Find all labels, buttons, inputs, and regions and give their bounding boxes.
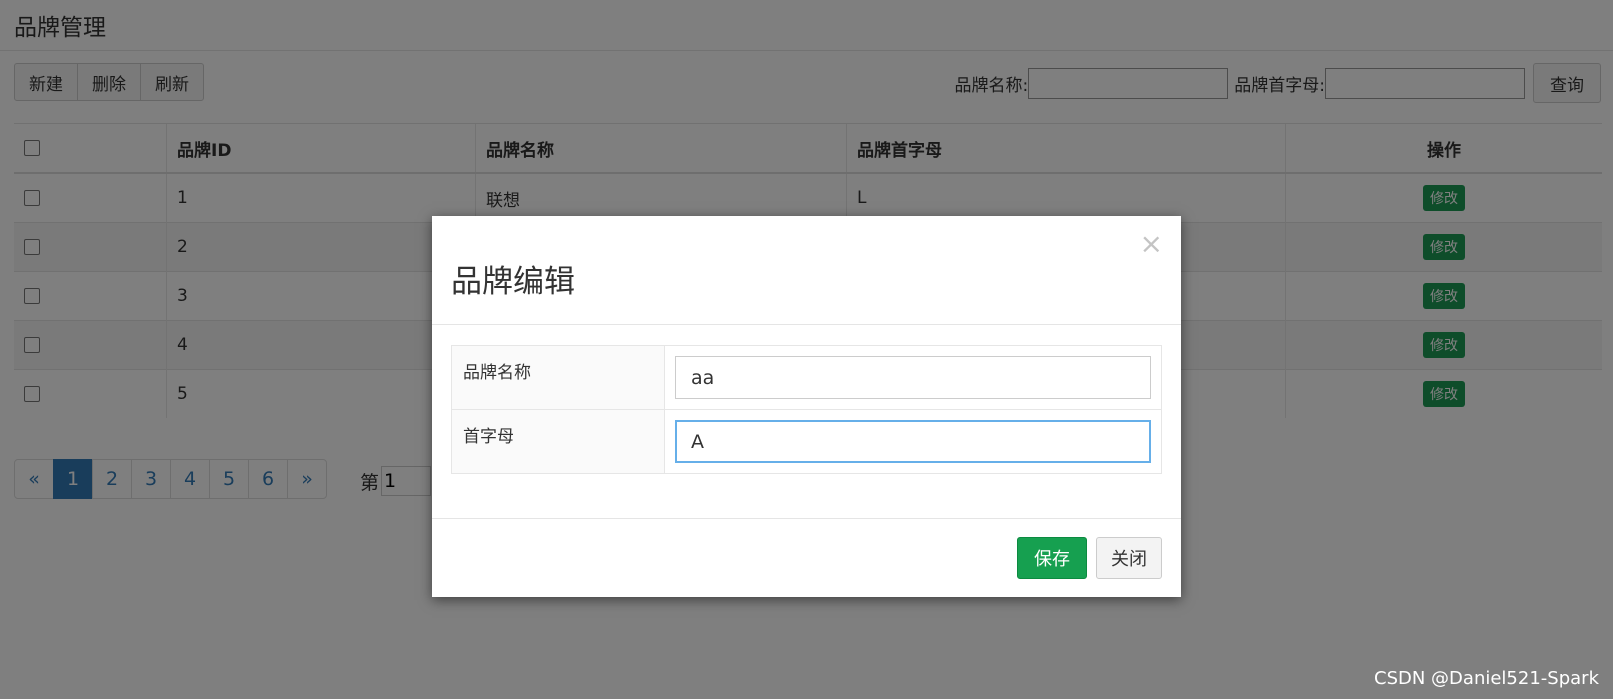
dialog-title: 品牌编辑 — [451, 264, 575, 300]
watermark: CSDN @Daniel521-Spark — [1374, 668, 1599, 689]
dialog-header-divider — [432, 324, 1181, 325]
initial-input[interactable] — [675, 420, 1151, 463]
close-icon[interactable]: × — [1140, 230, 1163, 258]
initial-field-cell — [664, 409, 1162, 474]
dialog-footer-divider — [432, 518, 1181, 519]
brand-name-input[interactable] — [675, 356, 1151, 399]
form-row-initial: 首字母 — [451, 409, 1162, 474]
brand-name-field-cell — [664, 345, 1162, 410]
save-button[interactable]: 保存 — [1017, 537, 1087, 579]
brand-name-label: 品牌名称 — [451, 345, 665, 410]
brand-edit-form: 品牌名称 首字母 — [451, 345, 1162, 474]
close-button[interactable]: 关闭 — [1096, 537, 1162, 579]
initial-label: 首字母 — [451, 409, 665, 474]
form-row-brand-name: 品牌名称 — [451, 345, 1162, 410]
brand-edit-dialog: × 品牌编辑 品牌名称 首字母 保存 关闭 — [432, 216, 1181, 597]
